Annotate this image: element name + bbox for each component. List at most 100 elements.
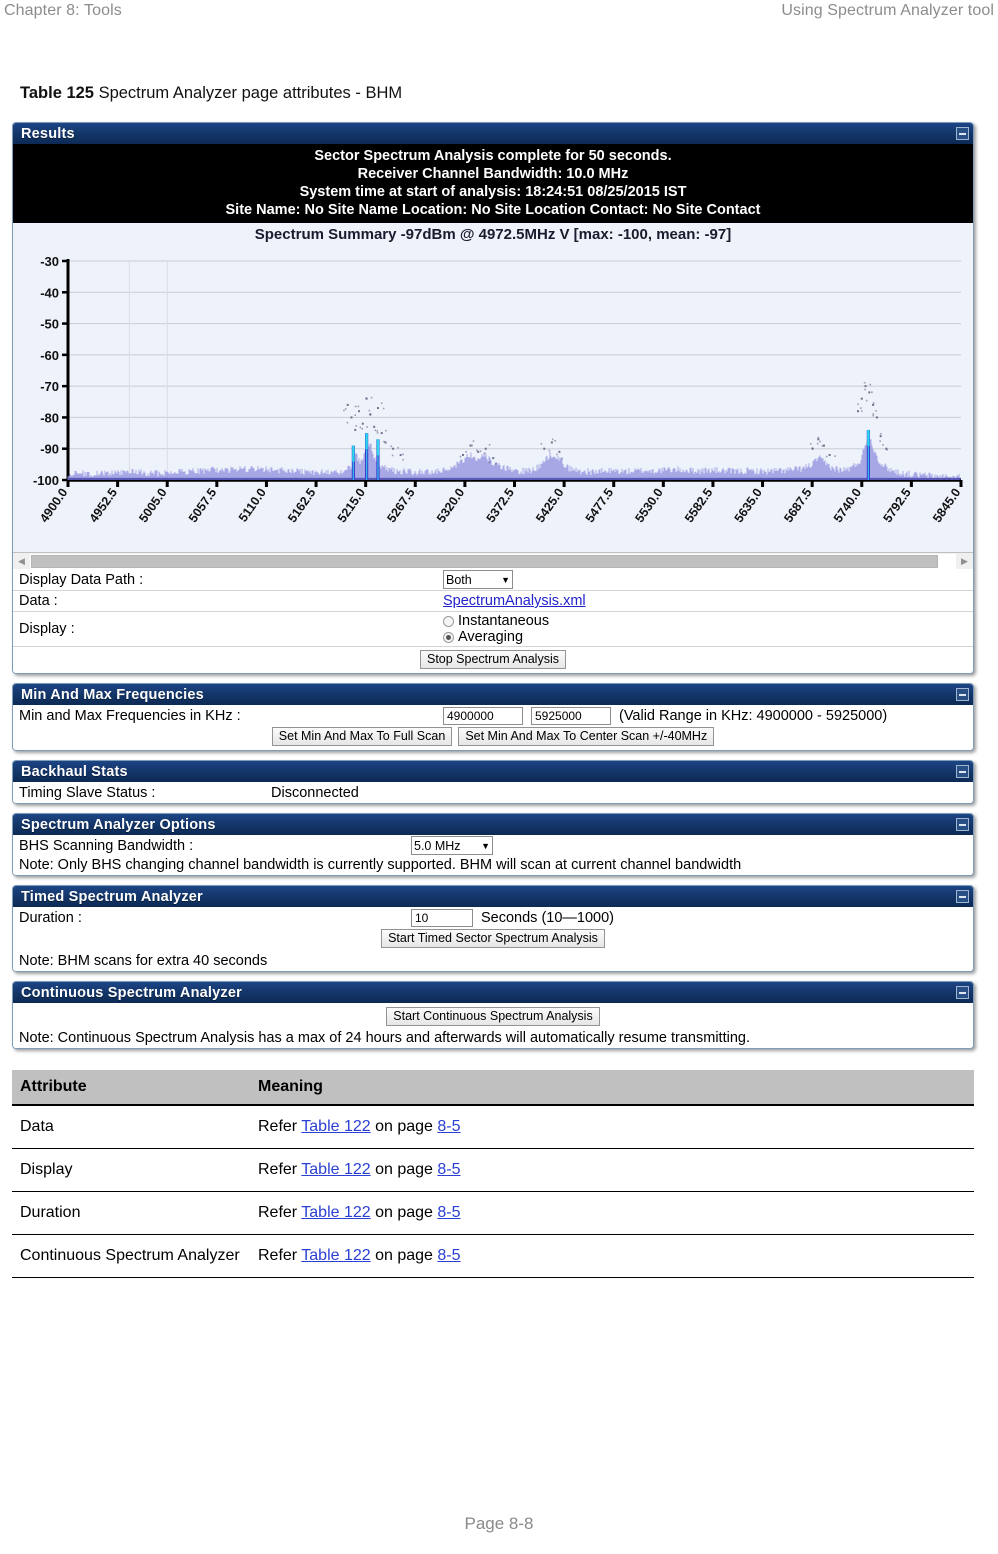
radio-averaging-icon[interactable] xyxy=(443,631,454,643)
stop-analysis-row: Stop Spectrum Analysis xyxy=(13,647,973,673)
svg-text:-100: -100 xyxy=(33,473,59,488)
collapse-icon[interactable] xyxy=(956,890,969,903)
table-reference-link[interactable]: Table 122 xyxy=(301,1118,370,1135)
spectrum-summary: Spectrum Summary -97dBm @ 4972.5MHz V [m… xyxy=(13,223,973,247)
refer-text: Refer xyxy=(258,1247,302,1264)
min-max-panel-body: Min and Max Frequencies in KHz : (Valid … xyxy=(13,705,973,750)
data-value-cell: SpectrumAnalysis.xml xyxy=(443,593,973,609)
backhaul-panel-body: Timing Slave Status : Disconnected xyxy=(13,782,973,803)
svg-text:-70: -70 xyxy=(40,379,59,394)
attribute-table-body: Data Refer Table 122 on page 8-5 Display Re… xyxy=(12,1105,974,1278)
analysis-status-box: Sector Spectrum Analysis complete for 50… xyxy=(13,144,973,223)
page-reference-link[interactable]: 8-5 xyxy=(437,1204,460,1221)
duration-units: Seconds (10—1000) xyxy=(481,909,614,926)
collapse-icon[interactable] xyxy=(956,688,969,701)
page-reference-link[interactable]: 8-5 xyxy=(437,1247,460,1264)
table-reference-link[interactable]: Table 122 xyxy=(301,1204,370,1221)
start-timed-sector-spectrum-analysis-button[interactable]: Start Timed Sector Spectrum Analysis xyxy=(381,929,605,948)
status-line-2: Receiver Channel Bandwidth: 10.0 MHz xyxy=(357,166,629,182)
scrollbar-track[interactable] xyxy=(30,553,956,569)
display-label: Display : xyxy=(19,621,75,637)
scrollbar-thumb[interactable] xyxy=(31,554,939,568)
bhs-scanning-bandwidth-selected: 5.0 MHz xyxy=(414,838,461,853)
cell-meaning: Refer Table 122 on page 8-5 xyxy=(250,1191,974,1235)
on-page-text: on page xyxy=(370,1161,438,1178)
results-panel-header: Results xyxy=(13,123,973,144)
min-frequency-input[interactable] xyxy=(443,706,523,725)
chart-horizontal-scrollbar[interactable]: ◀ ▶ xyxy=(13,552,973,569)
refer-text: Refer xyxy=(258,1204,302,1221)
min-max-panel-header: Min And Max Frequencies xyxy=(13,684,973,705)
table-reference-link[interactable]: Table 122 xyxy=(301,1161,370,1178)
backhaul-stats-panel: Backhaul Stats Timing Slave Status : Dis… xyxy=(12,760,974,804)
table-row: Data Refer Table 122 on page 8-5 xyxy=(12,1105,974,1149)
display-row: Display : Instantaneous Averaging xyxy=(13,612,973,647)
attribute-table-header-row: Attribute Meaning xyxy=(12,1070,974,1106)
cell-attribute: Duration xyxy=(12,1191,250,1235)
svg-text:-40: -40 xyxy=(40,285,59,300)
min-max-frequencies-panel: Min And Max Frequencies Min and Max Freq… xyxy=(12,683,974,751)
timing-slave-status-row: Timing Slave Status : Disconnected xyxy=(13,782,973,803)
page-reference-link[interactable]: 8-5 xyxy=(437,1161,460,1178)
svg-text:-60: -60 xyxy=(40,348,59,363)
backhaul-panel-title: Backhaul Stats xyxy=(21,763,128,780)
options-panel-title: Spectrum Analyzer Options xyxy=(21,816,216,833)
continuous-note: Note: Continuous Spectrum Analysis has a… xyxy=(19,1030,750,1046)
timing-slave-status-label: Timing Slave Status : xyxy=(19,784,156,801)
set-full-scan-button[interactable]: Set Min And Max To Full Scan xyxy=(271,727,453,746)
collapse-icon[interactable] xyxy=(956,127,969,140)
running-head: Chapter 8: Tools Using Spectrum Analyzer… xyxy=(0,0,998,34)
timed-spectrum-analyzer-panel: Timed Spectrum Analyzer Duration : Secon… xyxy=(12,885,974,972)
table-row: Continuous Spectrum Analyzer Refer Table … xyxy=(12,1234,974,1278)
radio-instantaneous-icon[interactable] xyxy=(443,615,454,627)
display-data-path-select[interactable]: Both ▼ xyxy=(443,570,513,589)
duration-input[interactable] xyxy=(411,908,473,927)
radio-averaging-label: Averaging xyxy=(458,629,524,645)
running-head-left: Chapter 8: Tools xyxy=(4,2,122,19)
page-footer: Page 8-8 xyxy=(464,1514,534,1533)
table-caption-number: Table 125 xyxy=(20,84,94,102)
min-max-input-row: Min and Max Frequencies in KHz : (Valid … xyxy=(13,705,973,726)
collapse-icon[interactable] xyxy=(956,765,969,778)
table-caption-text: Spectrum Analyzer page attributes - BHM xyxy=(93,84,403,102)
display-data-path-label: Display Data Path : xyxy=(19,571,144,588)
display-data-path-value-cell: Both ▼ xyxy=(443,570,973,589)
svg-text:-30: -30 xyxy=(40,254,59,269)
min-max-label: Min and Max Frequencies in KHz : xyxy=(19,707,241,724)
options-panel-body: BHS Scanning Bandwidth : 5.0 MHz ▼ Note:… xyxy=(13,835,973,875)
page-reference-link[interactable]: 8-5 xyxy=(437,1118,460,1135)
chevron-down-icon: ▼ xyxy=(501,574,510,585)
chevron-down-icon: ▼ xyxy=(481,840,490,851)
max-frequency-input[interactable] xyxy=(531,706,611,725)
timed-panel-body: Duration : Seconds (10—1000) Start Timed… xyxy=(13,907,973,971)
table-reference-link[interactable]: Table 122 xyxy=(301,1247,370,1264)
radio-instantaneous[interactable]: Instantaneous xyxy=(443,613,973,629)
table-row: Duration Refer Table 122 on page 8-5 xyxy=(12,1191,974,1235)
collapse-icon[interactable] xyxy=(956,986,969,999)
continuous-panel-header: Continuous Spectrum Analyzer xyxy=(13,982,973,1003)
spectrum-chart-svg: -30-40-50-60-70-80-90-1004900.0 4952.5 500… xyxy=(13,247,971,552)
table-row: Display Refer Table 122 on page 8-5 xyxy=(12,1148,974,1192)
scroll-right-arrow-icon[interactable]: ▶ xyxy=(956,553,973,569)
stop-spectrum-analysis-button[interactable]: Stop Spectrum Analysis xyxy=(419,650,566,669)
radio-averaging[interactable]: Averaging xyxy=(443,629,973,645)
bhs-scanning-bandwidth-select[interactable]: 5.0 MHz ▼ xyxy=(411,836,493,855)
on-page-text: on page xyxy=(370,1118,438,1135)
timed-panel-header: Timed Spectrum Analyzer xyxy=(13,886,973,907)
start-continuous-spectrum-analysis-button[interactable]: Start Continuous Spectrum Analysis xyxy=(386,1007,600,1026)
duration-row: Duration : Seconds (10—1000) xyxy=(13,907,973,928)
status-line-4: Site Name: No Site Name Location: No Sit… xyxy=(225,202,761,218)
min-max-values: (Valid Range in KHz: 4900000 - 5925000) xyxy=(443,706,973,725)
collapse-icon[interactable] xyxy=(956,818,969,831)
set-center-scan-button[interactable]: Set Min And Max To Center Scan +/-40MHz xyxy=(458,727,715,746)
header-meaning: Meaning xyxy=(250,1070,974,1106)
min-max-panel-title: Min And Max Frequencies xyxy=(21,686,204,703)
backhaul-panel-header: Backhaul Stats xyxy=(13,761,973,782)
cell-meaning: Refer Table 122 on page 8-5 xyxy=(250,1234,974,1278)
scroll-left-arrow-icon[interactable]: ◀ xyxy=(13,553,30,569)
options-panel-header: Spectrum Analyzer Options xyxy=(13,814,973,835)
timed-panel-title: Timed Spectrum Analyzer xyxy=(21,888,203,905)
timed-button-row: Start Timed Sector Spectrum Analysis xyxy=(13,928,973,952)
spectrum-analysis-xml-link[interactable]: SpectrumAnalysis.xml xyxy=(443,593,586,609)
continuous-button-row: Start Continuous Spectrum Analysis xyxy=(13,1003,973,1029)
